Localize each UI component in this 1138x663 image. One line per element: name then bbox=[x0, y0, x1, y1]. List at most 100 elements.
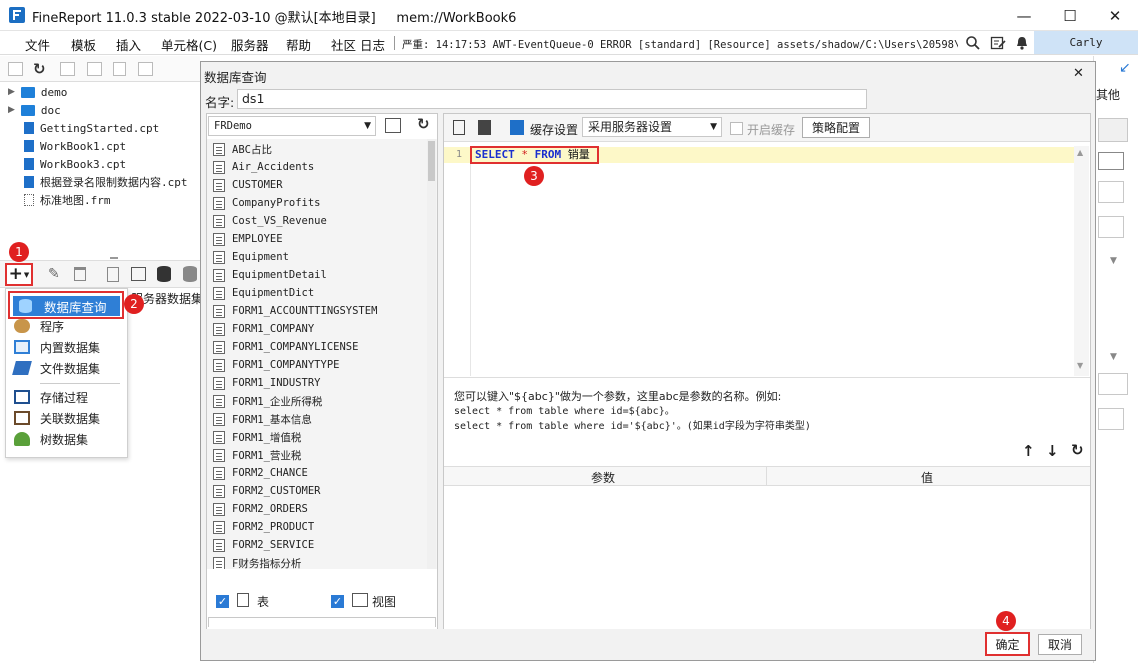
delete-dataset-icon[interactable] bbox=[74, 267, 86, 281]
cancel-button[interactable]: 取消 bbox=[1038, 634, 1082, 655]
delete-template-icon[interactable] bbox=[113, 62, 126, 76]
table-search-input[interactable] bbox=[208, 617, 436, 627]
new-template-icon[interactable] bbox=[8, 62, 23, 76]
ok-button[interactable]: 确定 bbox=[985, 632, 1030, 656]
tree-item-file[interactable]: 根据登录名限制数据内容.cpt bbox=[24, 173, 188, 191]
popup-item-relation[interactable]: 关联数据集 bbox=[14, 408, 100, 428]
property-select[interactable] bbox=[1098, 216, 1124, 238]
property-field[interactable] bbox=[1098, 118, 1128, 142]
maximize-button[interactable]: ☐ bbox=[1047, 0, 1093, 31]
table-list-item[interactable]: FORM2_CUSTOMER bbox=[213, 482, 321, 500]
edit-dataset-icon[interactable]: ✎ bbox=[48, 266, 60, 282]
menu-insert[interactable]: 插入 bbox=[116, 35, 141, 54]
tree-item-folder[interactable]: ▶ demo bbox=[8, 83, 67, 101]
lock-template-icon[interactable] bbox=[87, 62, 102, 76]
move-up-icon[interactable]: ↑ bbox=[1022, 442, 1035, 460]
table-list-item[interactable]: FORM1_企业所得税 bbox=[213, 392, 322, 410]
chevron-down-icon[interactable]: ▼ bbox=[1110, 256, 1117, 266]
table-list-item[interactable]: ABC占比 bbox=[213, 140, 272, 158]
panel-tab-other[interactable]: 其他 bbox=[1096, 86, 1120, 103]
tree-item-folder[interactable]: ▶ doc bbox=[8, 101, 61, 119]
table-list-item[interactable]: EMPLOYEE bbox=[213, 230, 283, 248]
table-list-item[interactable]: FORM2_ORDERS bbox=[213, 500, 308, 518]
tree-item-file[interactable]: GettingStarted.cpt bbox=[24, 119, 159, 137]
property-select[interactable] bbox=[1098, 408, 1124, 430]
popup-item-builtin[interactable]: 内置数据集 bbox=[14, 337, 100, 357]
table-list-item[interactable]: FORM1_ACCOUNTTINGSYSTEM bbox=[213, 302, 377, 320]
minimize-button[interactable]: — bbox=[1001, 0, 1047, 31]
table-list-item[interactable]: FORM1_COMPANYLICENSE bbox=[213, 338, 358, 356]
strategy-config-button[interactable]: 策略配置 bbox=[802, 117, 870, 138]
table-icon bbox=[213, 412, 225, 426]
popup-item-file-dataset[interactable]: 文件数据集 bbox=[12, 358, 100, 378]
dataset-name-input[interactable]: ds1 bbox=[237, 89, 867, 109]
refresh-params-icon[interactable]: ↻ bbox=[1071, 441, 1084, 459]
refresh-icon[interactable]: ↻ bbox=[33, 60, 46, 78]
filter-view-checkbox[interactable]: ✓ bbox=[331, 595, 344, 608]
tree-item-file[interactable]: 标准地图.frm bbox=[24, 191, 111, 209]
user-account[interactable]: Carly bbox=[1034, 31, 1138, 54]
server-dataset-icon[interactable] bbox=[157, 266, 171, 282]
preview-icon[interactable] bbox=[453, 120, 465, 135]
property-select[interactable] bbox=[1098, 181, 1124, 203]
menu-file[interactable]: 文件 bbox=[25, 35, 50, 54]
chevron-down-icon[interactable]: ▼ bbox=[1110, 352, 1117, 362]
copy-template-icon[interactable] bbox=[138, 62, 153, 76]
table-list-item[interactable]: F财务指标分析 bbox=[213, 554, 301, 569]
editor-scrollbar[interactable]: ▲ ▼ bbox=[1074, 146, 1089, 376]
table-list-item[interactable]: EquipmentDict bbox=[213, 284, 314, 302]
search-icon[interactable] bbox=[965, 35, 981, 51]
connection-refresh-icon[interactable]: ↻ bbox=[417, 115, 430, 133]
enable-cache-checkbox[interactable] bbox=[730, 122, 743, 135]
tree-item-file[interactable]: WorkBook3.cpt bbox=[24, 155, 126, 173]
table-list-item[interactable]: EquipmentDetail bbox=[213, 266, 327, 284]
table-list-item[interactable]: CUSTOMER bbox=[213, 176, 283, 194]
menu-help[interactable]: 帮助 bbox=[286, 35, 311, 54]
table-list-item[interactable]: FORM1_基本信息 bbox=[213, 410, 312, 428]
dialog-close-button[interactable]: ✕ bbox=[1073, 66, 1084, 81]
table-list-item[interactable]: FORM1_INDUSTRY bbox=[213, 374, 321, 392]
table-list-item[interactable]: FORM2_CHANCE bbox=[213, 464, 308, 482]
popup-item-stored-procedure[interactable]: 存储过程 bbox=[14, 387, 88, 407]
table-list-item[interactable]: FORM1_COMPANY bbox=[213, 320, 314, 338]
sql-text[interactable]: SELECT * FROM 销量 bbox=[470, 146, 599, 164]
table-list-item[interactable]: FORM2_SERVICE bbox=[213, 536, 314, 554]
table-list-item[interactable]: FORM1_增值税 bbox=[213, 428, 301, 446]
list-scrollbar[interactable] bbox=[427, 139, 436, 569]
cache-mode-select[interactable]: 采用服务器设置 ▼ bbox=[582, 117, 722, 137]
template-info-icon[interactable] bbox=[60, 62, 75, 76]
table-list-item[interactable]: FORM2_PRODUCT bbox=[213, 518, 314, 536]
splitter-handle[interactable] bbox=[110, 257, 118, 259]
menu-community[interactable]: 社区 bbox=[331, 35, 356, 54]
popup-item-tree[interactable]: 树数据集 bbox=[14, 429, 88, 449]
enable-cache-label: 开启缓存 bbox=[747, 123, 796, 137]
table-list-item[interactable]: FORM1_COMPANYTYPE bbox=[213, 356, 339, 374]
table-list-item[interactable]: Equipment bbox=[213, 248, 289, 266]
popup-item-db-query[interactable]: 数据库查询 bbox=[8, 291, 124, 319]
connection-edit-icon[interactable] bbox=[385, 118, 401, 133]
property-field[interactable] bbox=[1098, 373, 1128, 395]
table-list-item[interactable]: FORM1_营业税 bbox=[213, 446, 301, 464]
edit-note-icon[interactable] bbox=[990, 35, 1006, 51]
move-down-icon[interactable]: ↓ bbox=[1046, 442, 1059, 460]
filter-table-checkbox[interactable]: ✓ bbox=[216, 595, 229, 608]
menu-cell[interactable]: 单元格(C) bbox=[161, 35, 217, 54]
menu-server[interactable]: 服务器 bbox=[231, 35, 269, 54]
menu-template[interactable]: 模板 bbox=[71, 35, 96, 54]
table-list-item[interactable]: CompanyProfits bbox=[213, 194, 321, 212]
expand-icon[interactable]: ↙ bbox=[1119, 60, 1131, 76]
bell-icon[interactable] bbox=[1014, 35, 1030, 51]
dataset-config-icon[interactable] bbox=[131, 267, 146, 281]
table-list-item[interactable]: Cost_VS_Revenue bbox=[213, 212, 327, 230]
sql-format-icon[interactable] bbox=[478, 120, 491, 135]
add-dataset-button[interactable]: + ▼ bbox=[5, 263, 33, 286]
server-dataset-config-icon[interactable] bbox=[183, 266, 197, 282]
preview-dataset-icon[interactable] bbox=[107, 267, 119, 282]
menu-log[interactable]: 日志 bbox=[360, 35, 385, 54]
popup-item-procedure[interactable]: 程序 bbox=[14, 316, 64, 336]
tree-item-file[interactable]: WorkBook1.cpt bbox=[24, 137, 126, 155]
close-window-button[interactable]: ✕ bbox=[1092, 0, 1138, 31]
connection-select[interactable]: FRDemo ▼ bbox=[208, 116, 376, 136]
grid-icon[interactable] bbox=[1098, 152, 1124, 170]
table-list-item[interactable]: Air_Accidents bbox=[213, 158, 314, 176]
